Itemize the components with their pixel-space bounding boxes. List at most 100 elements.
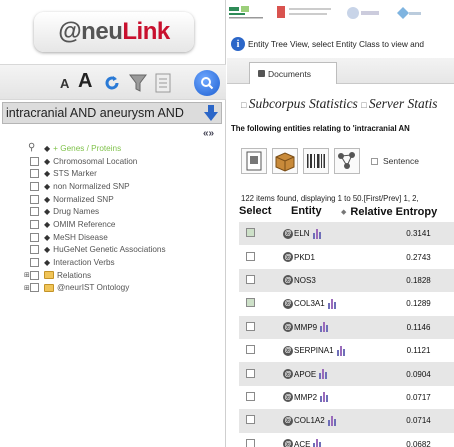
increase-font-button[interactable]: A: [78, 69, 92, 93]
results-description: The following entities relating to 'intr…: [231, 124, 410, 133]
tree-item[interactable]: ⚲ ◆ + Genes / Proteins: [28, 142, 222, 155]
row-checkbox[interactable]: [246, 274, 255, 284]
sentence-option[interactable]: Sentence: [371, 156, 419, 166]
report-icon[interactable]: [241, 148, 267, 174]
tree-item[interactable]: ◆ Normalized SNP: [30, 193, 222, 206]
tree-checkbox[interactable]: [30, 207, 39, 217]
column-header-entropy[interactable]: ◆ Relative Entropy: [341, 205, 454, 219]
row-checkbox[interactable]: [246, 298, 255, 308]
bar-chart-icon[interactable]: [313, 439, 322, 447]
entity-link[interactable]: ACE: [294, 440, 310, 447]
bar-chart-icon[interactable]: [320, 322, 329, 333]
row-checkbox[interactable]: [246, 345, 255, 355]
row-checkbox[interactable]: [246, 415, 255, 425]
refresh-icon[interactable]: [101, 71, 123, 95]
entity-link[interactable]: MMP2: [294, 393, 317, 402]
row-checkbox[interactable]: [246, 391, 255, 401]
entity-at-icon: @: [283, 369, 293, 380]
tree-item[interactable]: ◆ OMIM Reference: [30, 218, 222, 231]
server-statistics-link[interactable]: Server Statis: [369, 96, 438, 111]
entity-cell: @ COL1A2: [283, 415, 383, 426]
bar-chart-icon[interactable]: [319, 369, 328, 380]
package-icon[interactable]: [272, 148, 298, 174]
entity-at-icon: @: [283, 252, 293, 263]
document-icon[interactable]: [153, 71, 173, 95]
filter-icon[interactable]: [127, 71, 149, 95]
tree-item[interactable]: ⊞ Relations: [24, 269, 222, 282]
entity-link[interactable]: COL1A2: [294, 416, 325, 425]
tree-item-label: + Genes / Proteins: [53, 143, 122, 153]
bar-chart-icon[interactable]: [327, 298, 337, 309]
tab-bar: Documents: [227, 58, 454, 84]
tab-documents-label: Documents: [268, 68, 311, 79]
bar-chart-icon[interactable]: [312, 228, 322, 239]
tree-item[interactable]: ◆ MeSH Disease: [30, 231, 222, 244]
tree-item[interactable]: ◆ HuGeNet Genetic Associations: [30, 244, 222, 257]
expand-icon[interactable]: ⊞: [24, 271, 30, 279]
column-header-entity[interactable]: Entity: [283, 205, 341, 219]
row-checkbox[interactable]: [246, 368, 255, 378]
select-cell: [239, 274, 283, 286]
table-row: @ MMP2 0.0717: [239, 386, 454, 409]
search-icon[interactable]: [194, 70, 220, 96]
table-row: @ COL3A1 0.1289: [239, 292, 454, 315]
select-cell: [239, 415, 283, 426]
search-icon: ⚲: [28, 142, 36, 153]
bullet-icon: ◆: [44, 169, 51, 179]
arrow-down-icon[interactable]: [201, 103, 221, 123]
bar-chart-icon[interactable]: [320, 392, 329, 403]
entity-link[interactable]: NOS3: [294, 276, 316, 285]
decrease-font-button[interactable]: A: [60, 71, 69, 95]
export-toolbar: Sentence: [241, 146, 419, 176]
row-checkbox[interactable]: [246, 251, 255, 261]
entity-at-icon: @: [283, 228, 293, 239]
tree-checkbox[interactable]: [30, 270, 39, 280]
tree-item[interactable]: ◆ Drug Names: [30, 205, 222, 218]
sentence-checkbox[interactable]: [371, 157, 378, 165]
tree-checkbox[interactable]: [30, 169, 39, 179]
entity-link[interactable]: APOE: [294, 370, 316, 379]
bar-chart-icon[interactable]: [327, 415, 337, 426]
bar-chart-icon[interactable]: [336, 345, 346, 356]
query-field[interactable]: intracranial AND aneurysm AND: [2, 102, 222, 124]
entity-at-icon: @: [283, 392, 293, 403]
expand-icon[interactable]: ⊞: [24, 284, 30, 292]
network-icon[interactable]: [334, 148, 360, 174]
tree-checkbox[interactable]: [30, 232, 39, 242]
tree-item[interactable]: ⊞ @neurIST Ontology: [24, 282, 222, 295]
tree-item[interactable]: ◆ non Normalized SNP: [30, 180, 222, 193]
tree-checkbox[interactable]: [30, 181, 39, 191]
entity-cell: @ COL3A1: [283, 298, 383, 309]
tree-checkbox[interactable]: [30, 245, 39, 255]
entity-link[interactable]: COL3A1: [294, 299, 325, 308]
info-icon: i: [231, 37, 245, 51]
entity-link[interactable]: ELN: [294, 229, 310, 238]
tree-checkbox[interactable]: [30, 283, 39, 293]
select-cell: [239, 228, 283, 239]
subcorpus-statistics-link[interactable]: Subcorpus Statistics: [249, 96, 358, 111]
tree-checkbox[interactable]: [30, 258, 39, 268]
entropy-value: 0.1121: [406, 346, 431, 356]
tree-item-label: Normalized SNP: [53, 194, 114, 204]
table-header: Select Entity ◆ Relative Entropy: [239, 205, 454, 219]
entropy-value: 0.1828: [406, 275, 431, 285]
entity-tree: ⚲ ◆ + Genes / Proteins ◆ Chromosomal Locatio…: [24, 142, 222, 295]
tree-item-label: non Normalized SNP: [53, 181, 130, 191]
collapse-toggle[interactable]: «»: [203, 128, 214, 139]
tree-checkbox[interactable]: [30, 219, 39, 229]
entity-link[interactable]: SERPINA1: [294, 346, 334, 355]
tree-item[interactable]: ◆ Chromosomal Location: [30, 155, 222, 168]
entity-link[interactable]: PKD1: [294, 253, 315, 262]
query-text: intracranial AND aneurysm AND: [6, 106, 184, 120]
tree-item-label: HuGeNet Genetic Associations: [53, 245, 166, 255]
tree-item[interactable]: ◆ STS Marker: [30, 167, 222, 180]
tree-checkbox[interactable]: [30, 194, 39, 204]
tree-item[interactable]: ◆ Interaction Verbs: [30, 256, 222, 269]
entity-link[interactable]: MMP9: [294, 323, 317, 332]
barcode-icon[interactable]: [303, 148, 329, 174]
row-checkbox[interactable]: [246, 438, 255, 447]
row-checkbox[interactable]: [246, 321, 255, 331]
row-checkbox[interactable]: [246, 228, 255, 238]
tree-checkbox[interactable]: [30, 156, 39, 166]
tab-documents[interactable]: Documents: [249, 62, 337, 84]
